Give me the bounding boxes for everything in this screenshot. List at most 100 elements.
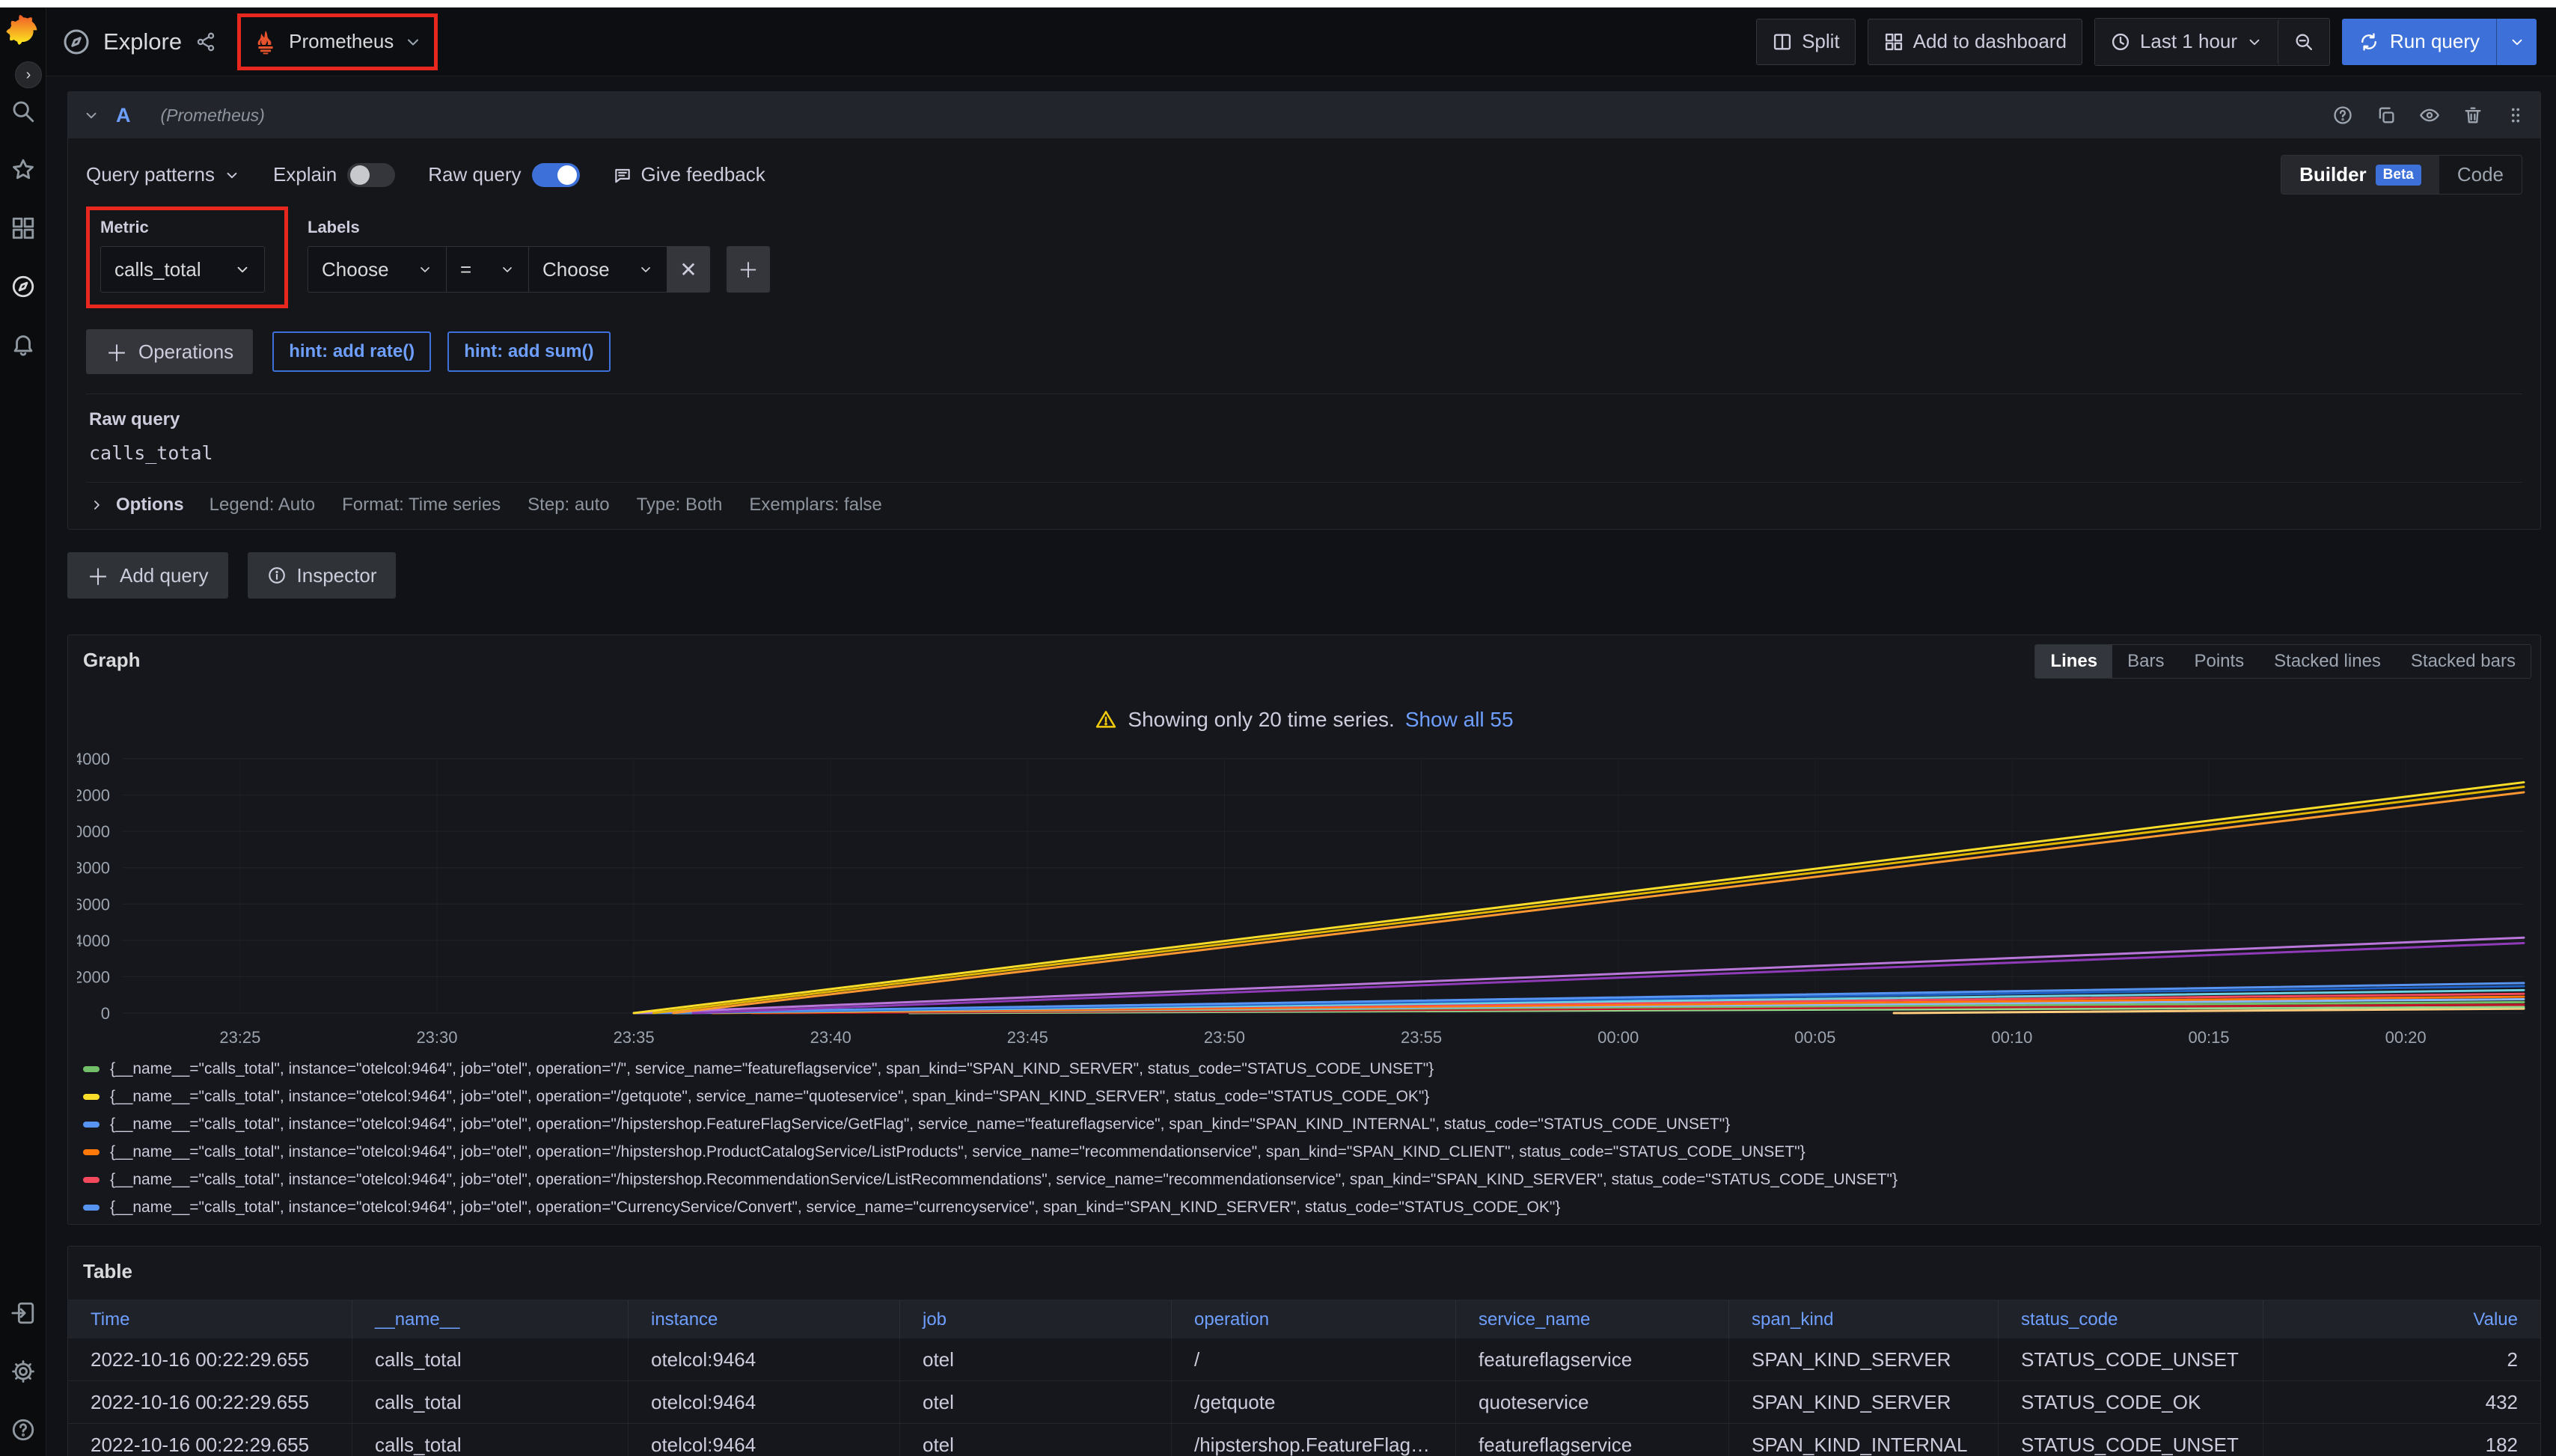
settings-gear-icon[interactable]	[10, 1359, 36, 1384]
table-header-instance[interactable]: instance	[628, 1300, 899, 1339]
query-hint-button[interactable]: hint: add rate()	[272, 331, 431, 372]
duplicate-query-icon[interactable]	[2376, 105, 2397, 126]
raw-query-label: Raw query	[428, 163, 521, 186]
legend-swatch	[83, 1094, 100, 1100]
graph-mode-bars[interactable]: Bars	[2112, 645, 2179, 678]
svg-text:00:00: 00:00	[1598, 1028, 1639, 1047]
table-row: 2022-10-16 00:22:29.655calls_totalotelco…	[68, 1424, 2540, 1456]
inspector-button[interactable]: Inspector	[248, 552, 397, 599]
table-header-spankind[interactable]: span_kind	[1728, 1300, 1998, 1339]
table-header-statuscode[interactable]: status_code	[1998, 1300, 2263, 1339]
options-expander[interactable]: Options	[89, 495, 184, 516]
table-header-value[interactable]: Value	[2263, 1300, 2540, 1339]
svg-text:23:45: 23:45	[1007, 1028, 1048, 1047]
table-cell: 432	[2263, 1381, 2540, 1423]
option-summary-item: Legend: Auto	[210, 495, 315, 516]
table-cell: calls_total	[352, 1339, 628, 1380]
query-editor-panel: A (Prometheus)	[67, 91, 2541, 530]
legend-item[interactable]: {__name__="calls_total", instance="otelc…	[83, 1221, 2540, 1224]
query-patterns-dropdown[interactable]: Query patterns	[86, 163, 240, 186]
table-cell: otelcol:9464	[628, 1424, 899, 1456]
help-icon[interactable]	[10, 1417, 36, 1443]
add-label-filter-button[interactable]: ＋	[727, 246, 770, 293]
table-cell: otelcol:9464	[628, 1381, 899, 1423]
table-header-time[interactable]: Time	[68, 1300, 352, 1339]
query-hint-button[interactable]: hint: add sum()	[447, 331, 610, 372]
warning-text: Showing only 20 time series.	[1128, 708, 1394, 732]
table-cell: STATUS_CODE_UNSET	[1998, 1339, 2263, 1380]
run-query-main[interactable]: Run query	[2342, 19, 2496, 65]
legend-item[interactable]: {__name__="calls_total", instance="otelc…	[83, 1083, 2540, 1110]
show-all-series-link[interactable]: Show all 55	[1405, 708, 1514, 732]
table-header-operation[interactable]: operation	[1171, 1300, 1455, 1339]
run-query-button[interactable]: Run query	[2342, 19, 2537, 65]
datasource-picker[interactable]: Prometheus	[248, 23, 426, 61]
legend-label: {__name__="calls_total", instance="otelc…	[110, 1116, 1730, 1134]
svg-text:00:10: 00:10	[1991, 1028, 2032, 1047]
query-ref-id: A	[116, 104, 131, 127]
remove-label-filter-button[interactable]: ✕	[667, 246, 710, 293]
time-range-picker[interactable]: Last 1 hour	[2095, 19, 2278, 65]
label-operator-select[interactable]: =	[446, 246, 528, 293]
tab-builder[interactable]: Builder Beta	[2281, 156, 2439, 194]
split-button[interactable]: Split	[1756, 19, 1856, 65]
dashboards-icon[interactable]	[10, 215, 36, 241]
hide-query-eye-icon[interactable]	[2419, 105, 2440, 126]
sidebar-expand-button[interactable]: ›	[15, 61, 42, 88]
legend-item[interactable]: {__name__="calls_total", instance="otelc…	[83, 1055, 2540, 1083]
collapse-chevron-icon[interactable]	[83, 107, 100, 123]
metric-select[interactable]: calls_total	[100, 246, 265, 293]
remove-query-trash-icon[interactable]	[2462, 105, 2483, 126]
legend-item[interactable]: {__name__="calls_total", instance="otelc…	[83, 1110, 2540, 1138]
raw-query-preview: Raw query calls_total	[86, 394, 2522, 482]
add-to-dashboard-button[interactable]: Add to dashboard	[1868, 19, 2082, 65]
explain-toggle[interactable]	[347, 163, 395, 187]
legend-item[interactable]: {__name__="calls_total", instance="otelc…	[83, 1166, 2540, 1193]
legend-swatch	[83, 1205, 100, 1211]
add-query-button[interactable]: ＋ Add query	[67, 552, 228, 599]
give-feedback-button[interactable]: Give feedback	[613, 163, 765, 186]
legend-swatch	[83, 1122, 100, 1128]
legend-swatch	[83, 1066, 100, 1072]
graph-mode-lines[interactable]: Lines	[2035, 645, 2112, 678]
query-row-header[interactable]: A (Prometheus)	[68, 92, 2540, 138]
legend-label: {__name__="calls_total", instance="otelc…	[110, 1171, 1898, 1189]
graph-mode-points[interactable]: Points	[2179, 645, 2259, 678]
drag-handle-icon[interactable]	[2506, 105, 2525, 125]
tab-code[interactable]: Code	[2439, 156, 2522, 194]
explore-compass-icon[interactable]	[10, 274, 36, 299]
beta-badge: Beta	[2376, 165, 2421, 186]
chevron-down-icon	[404, 33, 422, 51]
starred-icon[interactable]	[10, 157, 36, 183]
sign-in-icon[interactable]	[10, 1300, 36, 1326]
table-panel: Table Time__name__instancejoboperationse…	[67, 1246, 2541, 1456]
add-operation-button[interactable]: ＋ Operations	[86, 329, 253, 374]
table-header-servicename[interactable]: service_name	[1455, 1300, 1728, 1339]
label-key-select[interactable]: Choose	[308, 246, 446, 293]
table-header-job[interactable]: job	[899, 1300, 1171, 1339]
table-header-name[interactable]: __name__	[352, 1300, 628, 1339]
label-value-select[interactable]: Choose	[528, 246, 667, 293]
time-series-chart[interactable]: 0200040006000800010000120001400023:2523:…	[68, 732, 2540, 1050]
query-hints: hint: add rate() hint: add sum()	[272, 331, 610, 372]
table-header-row: Time__name__instancejoboperationservice_…	[68, 1300, 2540, 1339]
legend-item[interactable]: {__name__="calls_total", instance="otelc…	[83, 1193, 2540, 1221]
query-help-icon[interactable]	[2332, 105, 2353, 126]
share-icon[interactable]	[195, 31, 216, 52]
legend-swatch	[83, 1177, 100, 1183]
svg-text:23:50: 23:50	[1204, 1028, 1245, 1047]
datasource-highlight-box: Prometheus	[237, 13, 438, 70]
graph-mode-stacked-lines[interactable]: Stacked lines	[2259, 645, 2396, 678]
browser-edge-strip	[0, 0, 2556, 7]
search-icon[interactable]	[10, 99, 36, 124]
zoom-out-button[interactable]	[2278, 19, 2329, 65]
alerting-bell-icon[interactable]	[10, 332, 36, 358]
grafana-logo[interactable]	[6, 15, 40, 49]
table-cell: 2	[2263, 1339, 2540, 1380]
graph-mode-stacked-bars[interactable]: Stacked bars	[2396, 645, 2531, 678]
legend-swatch	[83, 1149, 100, 1155]
run-query-caret[interactable]	[2496, 19, 2537, 65]
raw-query-toggle[interactable]	[532, 163, 580, 187]
legend-item[interactable]: {__name__="calls_total", instance="otelc…	[83, 1138, 2540, 1166]
graph-legend: {__name__="calls_total", instance="otelc…	[83, 1055, 2540, 1224]
